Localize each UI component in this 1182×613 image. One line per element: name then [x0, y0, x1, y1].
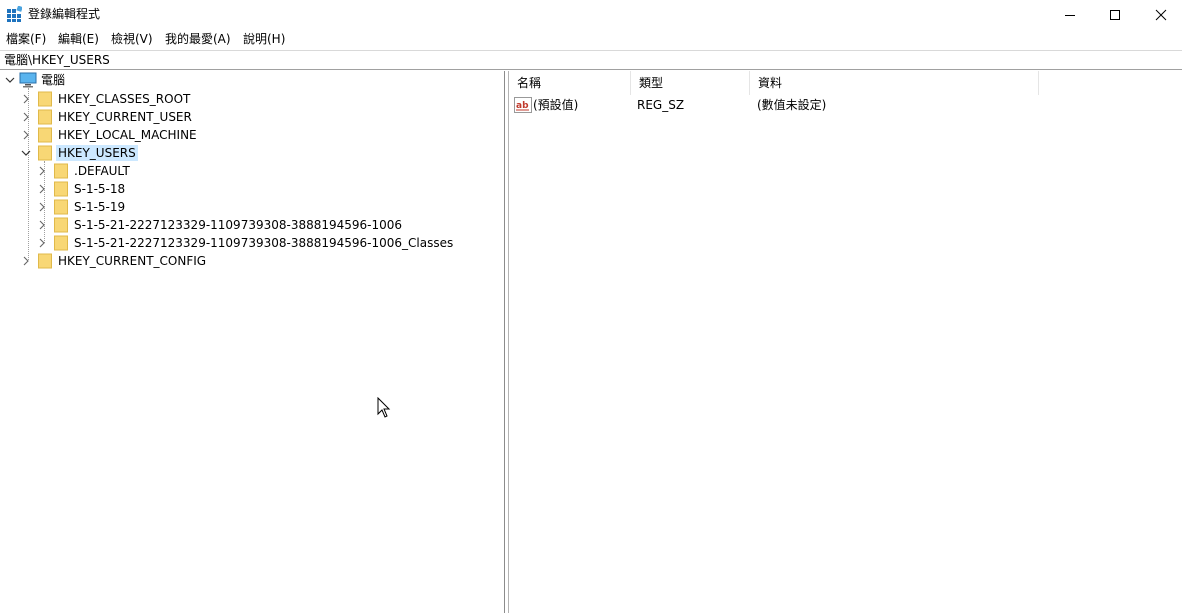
- address-path[interactable]: 電腦\HKEY_USERS: [4, 53, 110, 68]
- tree-node-label: HKEY_CURRENT_CONFIG: [58, 254, 207, 268]
- chevron-down-icon[interactable]: [20, 144, 32, 162]
- minimize-icon: [1065, 15, 1075, 16]
- tree-node-s-1-5-19[interactable]: S-1-5-19: [36, 198, 127, 216]
- tree-node-default[interactable]: .DEFAULT: [36, 162, 132, 180]
- tree-node-computer[interactable]: 電腦: [4, 71, 67, 89]
- tree-node-label: HKEY_LOCAL_MACHINE: [58, 128, 197, 142]
- chevron-right-icon[interactable]: [20, 252, 32, 270]
- tree-node-label: HKEY_CURRENT_USER: [58, 110, 192, 124]
- minimize-button[interactable]: [1047, 0, 1093, 30]
- tree-node-label: S-1-5-18: [74, 182, 126, 196]
- tree-node-hkcu[interactable]: HKEY_CURRENT_USER: [20, 108, 194, 126]
- address-bar[interactable]: 電腦\HKEY_USERS: [0, 50, 1182, 70]
- tree-node-hklm[interactable]: HKEY_LOCAL_MACHINE: [20, 126, 199, 144]
- menu-help[interactable]: 說明(H): [243, 31, 285, 47]
- value-name: (預設值): [533, 98, 579, 112]
- folder-icon: [54, 199, 68, 215]
- menu-favorites[interactable]: 我的最愛(A): [165, 31, 231, 47]
- chevron-right-icon[interactable]: [20, 108, 32, 126]
- column-header-data[interactable]: 資料: [750, 71, 1039, 95]
- tree-node-label: HKEY_CLASSES_ROOT: [58, 92, 191, 106]
- window-title: 登錄編輯程式: [28, 7, 101, 21]
- chevron-down-icon[interactable]: [4, 71, 16, 89]
- close-button[interactable]: [1138, 0, 1182, 30]
- folder-icon: [54, 217, 68, 233]
- tree-node-s-1-5-21-1006[interactable]: S-1-5-21-2227123329-1109739308-388819459…: [36, 216, 404, 234]
- key-tree[interactable]: 電腦 HKEY_CLASSES_ROOT HKEY_CURRENT_USER H…: [0, 71, 504, 613]
- tree-node-label: .DEFAULT: [74, 164, 130, 178]
- chevron-right-icon[interactable]: [36, 234, 48, 252]
- menu-bar: 檔案(F) 編輯(E) 檢視(V) 我的最愛(A) 說明(H): [0, 30, 1182, 49]
- value-list[interactable]: 名稱 類型 資料 ab (預設值) REG_SZ (數值未設定): [509, 71, 1182, 613]
- column-header-type[interactable]: 類型: [631, 71, 750, 95]
- chevron-right-icon[interactable]: [20, 126, 32, 144]
- chevron-right-icon[interactable]: [36, 216, 48, 234]
- close-icon: [1155, 9, 1167, 21]
- tree-node-hkcc[interactable]: HKEY_CURRENT_CONFIG: [20, 252, 208, 270]
- tree-node-label: HKEY_USERS: [56, 145, 138, 161]
- computer-icon: [19, 72, 37, 88]
- regedit-icon: [7, 6, 22, 22]
- folder-icon: [54, 235, 68, 251]
- folder-icon: [38, 109, 52, 125]
- folder-icon: [54, 163, 68, 179]
- column-header-name[interactable]: 名稱: [509, 71, 631, 95]
- tree-node-hkcr[interactable]: HKEY_CLASSES_ROOT: [20, 90, 192, 108]
- menu-edit[interactable]: 編輯(E): [58, 31, 99, 47]
- mouse-cursor-icon: [377, 397, 391, 418]
- list-item[interactable]: ab (預設值) REG_SZ (數值未設定): [509, 96, 1182, 114]
- value-type: REG_SZ: [637, 98, 685, 112]
- chevron-right-icon[interactable]: [36, 162, 48, 180]
- title-bar: 登錄編輯程式: [0, 0, 1182, 30]
- folder-icon: [38, 253, 52, 269]
- maximize-button[interactable]: [1092, 0, 1138, 30]
- tree-node-label: S-1-5-21-2227123329-1109739308-388819459…: [74, 236, 454, 250]
- chevron-right-icon[interactable]: [36, 198, 48, 216]
- folder-icon: [38, 91, 52, 107]
- tree-node-s-1-5-18[interactable]: S-1-5-18: [36, 180, 127, 198]
- tree-node-s-1-5-21-1006-classes[interactable]: S-1-5-21-2227123329-1109739308-388819459…: [36, 234, 455, 252]
- value-data: (數值未設定): [757, 98, 827, 112]
- tree-node-label: 電腦: [41, 73, 66, 87]
- folder-icon: [38, 145, 52, 161]
- tree-node-hku[interactable]: HKEY_USERS: [20, 144, 138, 162]
- chevron-right-icon[interactable]: [36, 180, 48, 198]
- menu-file[interactable]: 檔案(F): [6, 31, 46, 47]
- chevron-right-icon[interactable]: [20, 90, 32, 108]
- folder-icon: [54, 181, 68, 197]
- maximize-icon: [1110, 10, 1120, 20]
- menu-view[interactable]: 檢視(V): [111, 31, 153, 47]
- folder-icon: [38, 127, 52, 143]
- tree-node-label: S-1-5-21-2227123329-1109739308-388819459…: [74, 218, 403, 232]
- tree-node-label: S-1-5-19: [74, 200, 126, 214]
- string-value-icon: ab: [514, 97, 532, 113]
